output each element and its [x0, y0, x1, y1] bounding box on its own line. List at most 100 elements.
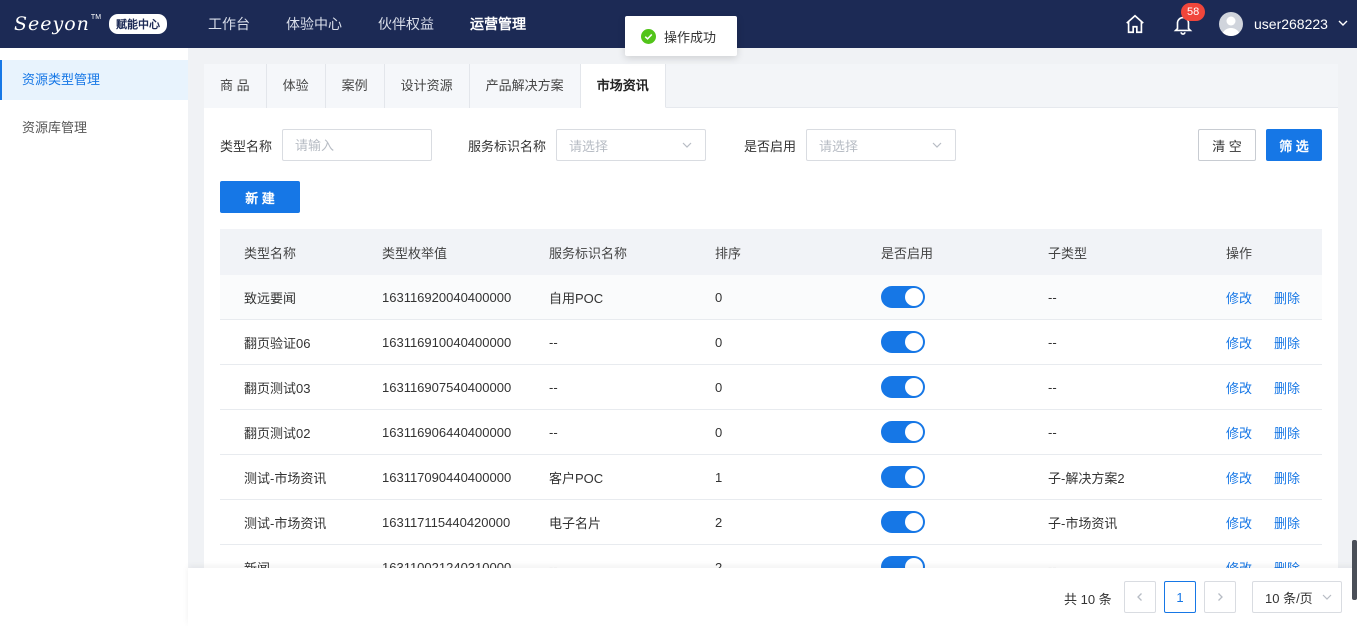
service-placeholder: 请选择 — [569, 138, 609, 154]
table-cell-sub: -- — [1048, 289, 1057, 305]
tab-3[interactable]: 设计资源 — [384, 64, 470, 108]
toast-message: 操作成功 — [664, 29, 717, 45]
table-row: 测试-市场资讯 163117115440420000 电子名片 2 子-市场资讯 修改 删除 — [220, 500, 1322, 545]
table-cell-name: 测试-市场资讯 — [244, 515, 327, 531]
sidebar-item-1[interactable]: 资源库管理 — [0, 108, 188, 148]
resource-type-table: 类型名称 类型枚举值 服务标识名称 排序 是否启用 子类型 操作 致远要闻 163116920… — [220, 229, 1322, 590]
new-button[interactable]: 新 建 — [220, 181, 300, 213]
avatar[interactable] — [1219, 12, 1243, 36]
enabled-toggle[interactable] — [881, 511, 925, 533]
edit-link[interactable]: 修改 — [1226, 381, 1252, 396]
row-actions: 修改 删除 — [1226, 288, 1322, 307]
delete-link[interactable]: 删除 — [1274, 516, 1300, 531]
enabled-toggle[interactable] — [881, 421, 925, 443]
sidebar: 资源类型管理 资源库管理 — [0, 48, 188, 626]
delete-link[interactable]: 删除 — [1274, 426, 1300, 441]
tab-1[interactable]: 体验 — [266, 64, 326, 108]
next-page-button[interactable] — [1204, 581, 1236, 613]
chevron-down-icon — [1322, 594, 1332, 600]
table-cell-name: 测试-市场资讯 — [244, 470, 327, 486]
edit-link[interactable]: 修改 — [1226, 471, 1252, 486]
table-row: 翻页测试02 163116906440400000 -- 0 -- 修改 删除 — [220, 410, 1322, 455]
column-header: 类型枚举值 — [382, 245, 448, 261]
table-cell-enum: 163117115440420000 — [382, 514, 511, 530]
service-select[interactable]: 请选择 — [556, 129, 707, 161]
table-row: 翻页测试03 163116907540400000 -- 0 -- 修改 删除 — [220, 365, 1322, 410]
row-actions: 修改 删除 — [1226, 378, 1322, 397]
logo-text: Seeyon — [14, 13, 90, 35]
column-header: 操作 — [1226, 245, 1253, 261]
row-actions: 修改 删除 — [1226, 423, 1322, 442]
edit-link[interactable]: 修改 — [1226, 336, 1252, 351]
table-cell-name: 翻页测试03 — [244, 380, 311, 396]
page-size-select[interactable]: 10 条/页 — [1252, 581, 1342, 613]
delete-link[interactable]: 删除 — [1274, 381, 1300, 396]
empower-center-badge: 赋能中心 — [109, 14, 168, 34]
delete-link[interactable]: 删除 — [1274, 291, 1300, 306]
resource-tabs: 商 品体验 案例 设计资源 产品解决方案 市场资讯 — [204, 64, 1338, 108]
table-cell-service: 自用POC — [549, 290, 604, 306]
chevron-down-icon[interactable] — [1337, 17, 1349, 29]
table-cell-sort: 2 — [715, 514, 723, 530]
username[interactable]: user268223 — [1254, 16, 1328, 32]
nav-item-0[interactable]: 工作台 — [190, 0, 268, 48]
table-cell-sub: 子-市场资讯 — [1048, 515, 1118, 531]
check-circle-icon — [641, 28, 656, 44]
page-1-button[interactable]: 1 — [1164, 581, 1196, 613]
chevron-right-icon — [1218, 593, 1223, 601]
nav-item-2[interactable]: 伙伴权益 — [360, 0, 452, 48]
notification-count-badge: 58 — [1181, 3, 1206, 21]
table-cell-enum: 163116910040400000 — [382, 334, 512, 350]
enabled-placeholder: 请选择 — [819, 138, 859, 154]
type-name-label: 类型名称 — [220, 138, 273, 154]
table-body: 致远要闻 163116920040400000 自用POC 0 -- 修改 删除 翻页验证06… — [220, 275, 1322, 590]
enabled-toggle[interactable] — [881, 376, 925, 398]
tab-5[interactable]: 市场资讯 — [580, 64, 666, 108]
column-header: 排序 — [715, 245, 742, 261]
table-cell-sub: -- — [1048, 334, 1057, 350]
table-cell-sub: -- — [1048, 424, 1057, 440]
seeyon-logo[interactable]: Seeyon TM 赋能中心 — [14, 12, 168, 36]
delete-link[interactable]: 删除 — [1274, 336, 1300, 351]
home-icon[interactable] — [1124, 13, 1146, 35]
column-header: 是否启用 — [881, 245, 934, 261]
edit-link[interactable]: 修改 — [1226, 426, 1252, 441]
type-name-input[interactable] — [282, 129, 433, 161]
column-header: 类型名称 — [244, 245, 297, 261]
table-cell-service: -- — [549, 424, 558, 440]
table-cell-name: 致远要闻 — [244, 290, 297, 306]
enabled-toggle[interactable] — [881, 286, 925, 308]
table-cell-sort: 0 — [715, 424, 723, 440]
chevron-down-icon — [932, 142, 942, 148]
tab-0[interactable]: 商 品 — [204, 64, 267, 108]
enabled-select[interactable]: 请选择 — [806, 129, 957, 161]
chevron-down-icon — [682, 142, 692, 148]
row-actions: 修改 删除 — [1226, 333, 1322, 352]
table-cell-name: 翻页测试02 — [244, 425, 311, 441]
scrollbar-thumb[interactable] — [1352, 540, 1357, 600]
tab-4[interactable]: 产品解决方案 — [469, 64, 581, 108]
service-label: 服务标识名称 — [468, 138, 547, 154]
table-cell-sort: 0 — [715, 334, 723, 350]
table-cell-service: 客户POC — [549, 470, 604, 486]
enabled-toggle[interactable] — [881, 331, 925, 353]
edit-link[interactable]: 修改 — [1226, 516, 1252, 531]
prev-page-button[interactable] — [1124, 581, 1156, 613]
table-row: 致远要闻 163116920040400000 自用POC 0 -- 修改 删除 — [220, 275, 1322, 320]
nav-item-3[interactable]: 运营管理 — [452, 0, 544, 48]
nav-item-1[interactable]: 体验中心 — [268, 0, 360, 48]
enabled-toggle[interactable] — [881, 466, 925, 488]
table-cell-sort: 0 — [715, 289, 723, 305]
row-actions: 修改 删除 — [1226, 513, 1322, 532]
table-cell-sort: 1 — [715, 469, 723, 485]
type-name-filter: 类型名称 — [220, 129, 433, 161]
edit-link[interactable]: 修改 — [1226, 291, 1252, 306]
logo-trademark: TM — [90, 14, 102, 21]
sidebar-item-0[interactable]: 资源类型管理 — [0, 60, 188, 100]
table-cell-sub: -- — [1048, 379, 1057, 395]
delete-link[interactable]: 删除 — [1274, 471, 1300, 486]
table-row: 测试-市场资讯 163117090440400000 客户POC 1 子-解决方案2 修改… — [220, 455, 1322, 500]
clear-button[interactable]: 清 空 — [1198, 129, 1256, 161]
filter-button[interactable]: 筛 选 — [1266, 129, 1322, 161]
tab-2[interactable]: 案例 — [325, 64, 385, 108]
